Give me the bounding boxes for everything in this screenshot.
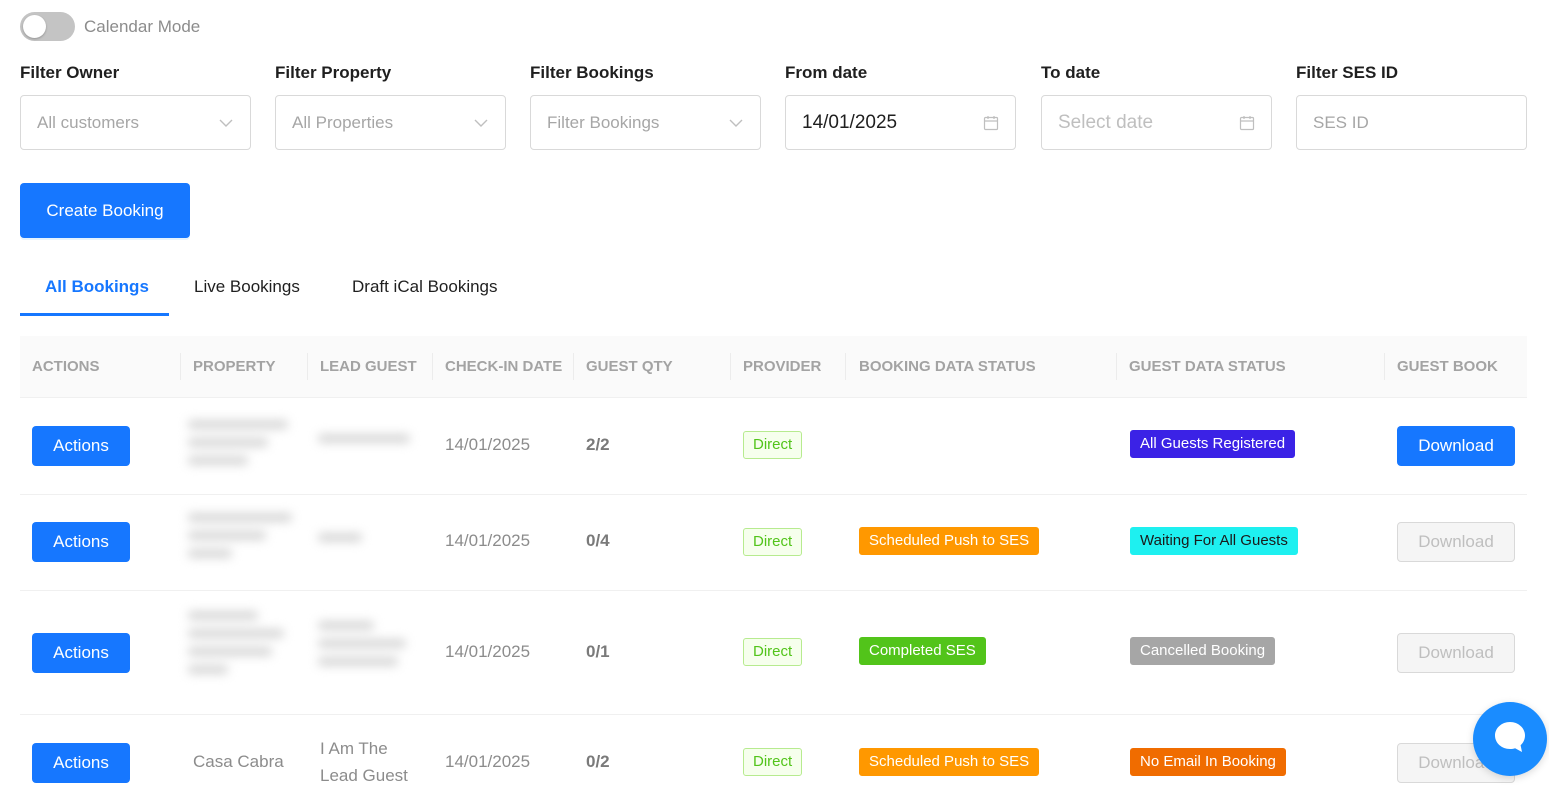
table-row: Actions 14/01/2025 2/2 Direct All Guests…	[20, 398, 1527, 495]
download-guest-book-button[interactable]: Download	[1397, 522, 1515, 562]
filter-bookings-label: Filter Bookings	[530, 63, 654, 82]
row-actions-button[interactable]: Actions	[32, 633, 130, 673]
chevron-down-icon	[728, 115, 744, 131]
tab-live-bookings[interactable]: Live Bookings	[194, 277, 300, 297]
col-checkin-date: Check-in Date	[445, 358, 563, 375]
download-guest-book-button[interactable]: Download	[1397, 426, 1515, 466]
column-divider	[307, 353, 308, 380]
column-divider	[1116, 353, 1117, 380]
row-actions-button[interactable]: Actions	[32, 522, 130, 562]
filter-property-label: Filter Property	[275, 63, 392, 82]
calendar-icon	[1239, 115, 1255, 131]
col-guest-data-status: Guest Data Status	[1129, 358, 1286, 375]
guest-status-badge: Cancelled Booking	[1130, 637, 1276, 665]
from-date-label: From date	[785, 63, 868, 82]
col-actions: Actions	[32, 358, 100, 375]
guest-status-badge: Waiting For All Guests	[1130, 527, 1298, 555]
filter-owner: Filter Owner All customers	[20, 63, 251, 150]
checkin-date: 14/01/2025	[445, 642, 531, 661]
filter-bookings: Filter Bookings Filter Bookings	[530, 63, 761, 150]
row-actions-button[interactable]: Actions	[32, 743, 130, 783]
to-date-label: To date	[1041, 63, 1101, 82]
toggle-knob	[23, 15, 46, 38]
redacted-property	[188, 420, 300, 474]
guest-qty: 0/2	[586, 752, 610, 771]
column-divider	[432, 353, 433, 380]
calendar-mode-toggle[interactable]	[20, 12, 75, 41]
filter-bookings-select[interactable]: Filter Bookings	[530, 95, 761, 150]
column-divider	[845, 353, 846, 380]
ses-id-label: Filter SES ID	[1296, 63, 1399, 82]
redacted-property	[188, 611, 300, 683]
ses-id-placeholder: SES ID	[1313, 112, 1369, 132]
column-divider	[180, 353, 181, 380]
tab-draft-ical-bookings[interactable]: Draft iCal Bookings	[352, 277, 498, 297]
create-booking-button[interactable]: Create Booking	[20, 183, 190, 238]
filter-bookings-value: Filter Bookings	[547, 112, 660, 132]
chat-widget-button[interactable]	[1473, 702, 1547, 776]
download-guest-book-button[interactable]: Download	[1397, 633, 1515, 673]
row-actions-button[interactable]: Actions	[32, 426, 130, 466]
booking-tabs: All Bookings Live Bookings Draft iCal Bo…	[20, 268, 1527, 316]
redacted-lead-guest	[318, 434, 418, 452]
tab-active-indicator	[20, 313, 169, 316]
from-date-picker[interactable]: 14/01/2025	[785, 95, 1016, 150]
to-date-picker[interactable]: Select date	[1041, 95, 1272, 150]
table-row: Actions 14/01/2025 0/1 Direct Completed …	[20, 591, 1527, 715]
chevron-down-icon	[473, 115, 489, 131]
provider-tag: Direct	[743, 431, 803, 459]
tab-all-bookings[interactable]: All Bookings	[45, 277, 149, 297]
guest-qty: 0/1	[586, 642, 610, 661]
column-divider	[1384, 353, 1385, 380]
lead-guest-name: I Am The Lead Guest	[320, 735, 408, 789]
redacted-lead-guest	[318, 621, 418, 675]
table-header: Actions Property Lead Guest Check-in Dat…	[20, 336, 1527, 398]
checkin-date: 14/01/2025	[445, 531, 531, 550]
filter-owner-label: Filter Owner	[20, 63, 120, 82]
chat-bubble-icon	[1491, 718, 1529, 761]
guest-status-badge: No Email In Booking	[1130, 748, 1286, 776]
filter-from-date: From date 14/01/2025	[785, 63, 1016, 150]
guest-qty: 2/2	[586, 435, 610, 454]
booking-status-badge: Completed SES	[859, 637, 986, 665]
lead-guest-line: I Am The	[320, 739, 388, 758]
calendar-mode-row: Calendar Mode	[20, 12, 200, 41]
col-guest-qty: Guest Qty	[586, 358, 673, 375]
property-name: Casa Cabra	[193, 752, 284, 771]
guest-qty: 0/4	[586, 531, 610, 550]
table-row: Actions Casa Cabra I Am The Lead Guest 1…	[20, 715, 1527, 798]
column-divider	[573, 353, 574, 380]
filter-property-value: All Properties	[292, 112, 394, 132]
redacted-property	[188, 513, 300, 567]
filter-property-select[interactable]: All Properties	[275, 95, 506, 150]
checkin-date: 14/01/2025	[445, 752, 531, 771]
from-date-value: 14/01/2025	[802, 111, 898, 133]
filter-to-date: To date Select date	[1041, 63, 1272, 150]
filter-owner-value: All customers	[37, 112, 140, 132]
checkin-date: 14/01/2025	[445, 435, 531, 454]
col-property: Property	[193, 358, 276, 375]
booking-status-badge: Scheduled Push to SES	[859, 748, 1040, 776]
provider-tag: Direct	[743, 748, 803, 776]
provider-tag: Direct	[743, 528, 803, 556]
redacted-lead-guest	[318, 533, 418, 551]
booking-status-badge: Scheduled Push to SES	[859, 527, 1040, 555]
lead-guest-line: Lead Guest	[320, 766, 408, 785]
col-booking-data-status: Booking Data Status	[859, 358, 1036, 375]
col-provider: Provider	[743, 358, 822, 375]
filter-property: Filter Property All Properties	[275, 63, 506, 150]
provider-tag: Direct	[743, 638, 803, 666]
filter-ses-id: Filter SES ID SES ID	[1296, 63, 1527, 150]
ses-id-input[interactable]: SES ID	[1296, 95, 1527, 150]
calendar-mode-label: Calendar Mode	[84, 16, 201, 36]
filter-owner-select[interactable]: All customers	[20, 95, 251, 150]
col-lead-guest: Lead Guest	[320, 358, 417, 375]
guest-status-badge: All Guests Registered	[1130, 430, 1296, 458]
to-date-placeholder: Select date	[1058, 111, 1154, 133]
col-guest-book: Guest Book	[1397, 358, 1498, 375]
column-divider	[730, 353, 731, 380]
calendar-icon	[983, 115, 999, 131]
chevron-down-icon	[218, 115, 234, 131]
table-row: Actions 14/01/2025 0/4 Direct Scheduled …	[20, 495, 1527, 591]
